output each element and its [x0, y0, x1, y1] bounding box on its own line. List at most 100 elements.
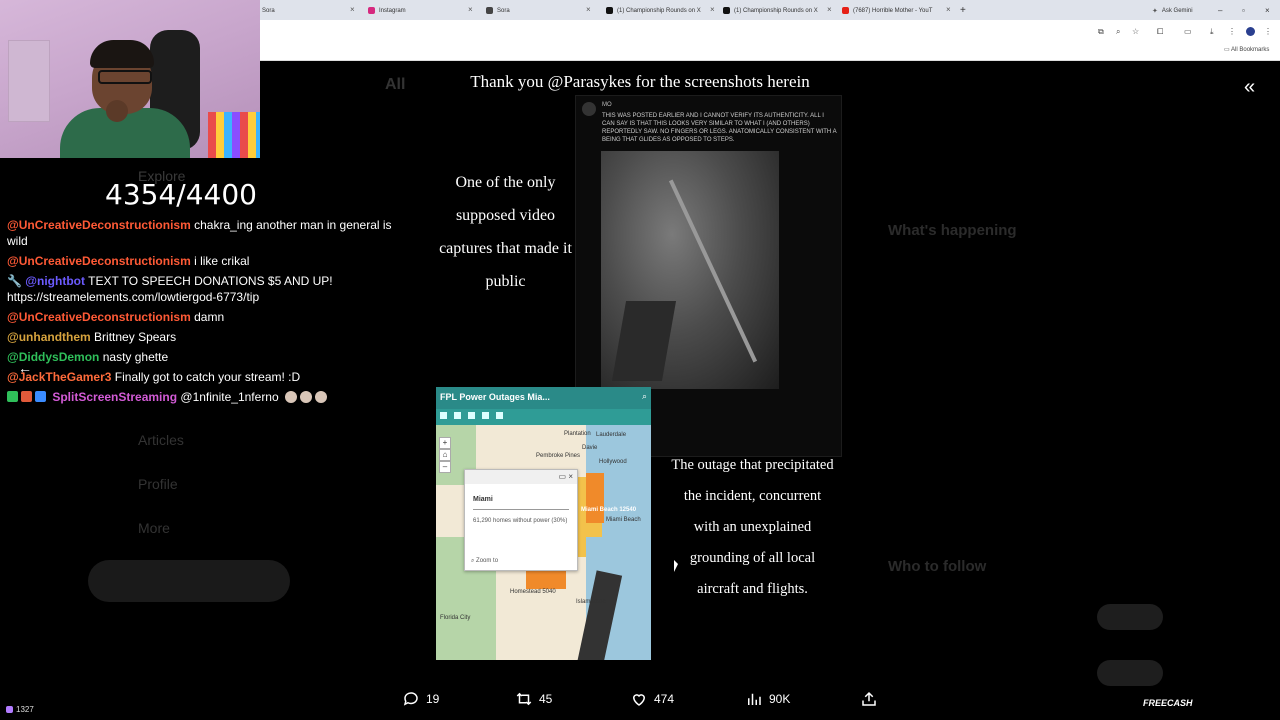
views-icon — [748, 693, 761, 705]
zoom-icon: ⌕ — [471, 558, 475, 564]
chat-message: @UnCreativeDeconstructionism chakra_ing … — [7, 218, 392, 248]
follow-button — [1097, 660, 1163, 686]
x-icon — [606, 7, 613, 14]
media-image[interactable]: Thank you @Parasykes for the screenshots… — [415, 62, 865, 672]
reply-button[interactable]: 19 — [402, 690, 439, 708]
minimize-icon[interactable]: – — [1218, 3, 1222, 18]
instagram-icon — [368, 7, 375, 14]
mouse-cursor — [674, 560, 678, 572]
folder-icon: ▭ — [1224, 47, 1230, 53]
reply-icon — [403, 692, 418, 706]
map-header: FPL Power Outages Mia... ⌕ — [436, 387, 651, 409]
layers-icon — [454, 412, 461, 419]
prime-badge-icon — [35, 391, 46, 402]
bookmark-star-icon[interactable]: ☆ — [1132, 27, 1139, 36]
zoom-out-icon: – — [439, 461, 451, 473]
nav-more: More — [138, 520, 170, 536]
download-icon[interactable]: ⤓ — [1210, 27, 1214, 37]
close-tab-icon[interactable]: × — [350, 5, 360, 14]
browser-tab-bar: Sora × Instagram × Sora × (1) Championsh… — [260, 0, 1280, 20]
zoom-icon[interactable]: ⌕ — [1116, 27, 1120, 37]
post-button — [88, 560, 290, 602]
close-tab-icon[interactable]: × — [710, 5, 716, 14]
views-button[interactable]: 90K — [745, 690, 790, 708]
post-text: This was posted earlier and I cannot ver… — [602, 113, 837, 143]
avatar — [582, 102, 596, 116]
webcam-feed — [0, 0, 260, 158]
youtube-icon — [842, 7, 849, 14]
close-tab-icon[interactable]: × — [468, 5, 476, 14]
kebab-menu-icon[interactable]: ⋮ — [1264, 27, 1272, 36]
zoom-in-icon: + — [439, 437, 451, 449]
map-popup: ▭ × Miami 61,290 homes without power (30… — [464, 469, 578, 571]
back-arrow-icon[interactable]: ← — [18, 360, 32, 376]
share-icon — [862, 691, 876, 706]
extensions-icon[interactable]: ⧠ — [1157, 27, 1163, 37]
window-close-icon[interactable]: × — [1265, 3, 1270, 18]
sidebar-icon[interactable]: ▭ — [1184, 27, 1192, 36]
twitch-icon — [6, 706, 13, 713]
wrench-icon: 🔧 — [7, 274, 22, 288]
media-credit-text: Thank you @Parasykes for the screenshots… — [470, 72, 810, 91]
webcam-hand — [106, 100, 128, 122]
emote-icon — [300, 391, 312, 403]
page-header: All — [385, 76, 406, 93]
webcam-colors — [208, 112, 260, 158]
profile-avatar[interactable] — [1246, 27, 1255, 36]
emote-icon — [285, 391, 297, 403]
media-caption-outage: The outage that precipitated the inciden… — [671, 457, 834, 597]
emote-icon — [315, 391, 327, 403]
freecash-watermark: FREECASH — [1143, 698, 1193, 708]
chat-message: @JackTheGamer3 Finally got to catch your… — [7, 370, 301, 384]
browser-tab[interactable]: (1) Championship Rounds on X × — [606, 3, 718, 18]
video-pole — [668, 179, 758, 363]
x-icon — [723, 7, 730, 14]
move-icon — [482, 412, 489, 419]
chat-message: @DiddysDemon nasty ghette — [7, 350, 169, 364]
nav-profile: Profile — [138, 476, 178, 492]
home-icon: ⌂ — [439, 449, 451, 461]
webcam-hair — [90, 40, 154, 68]
close-tab-icon[interactable]: × — [586, 5, 594, 14]
share-button[interactable] — [860, 690, 878, 708]
sub-badge-icon — [21, 391, 32, 402]
grid-icon — [468, 412, 475, 419]
like-button[interactable]: 474 — [630, 690, 674, 708]
stream-chat: @UnCreativeDeconstructionism chakra_ing … — [0, 215, 420, 407]
browser-tab[interactable]: Sora × — [262, 3, 362, 18]
browser-tab[interactable]: Instagram × — [368, 3, 478, 18]
stream-counter: 4354/4400 — [105, 178, 257, 211]
search-icon: ⌕ — [641, 391, 647, 401]
sora-icon — [486, 7, 493, 14]
chat-message: @unhandthem Brittney Spears — [7, 330, 177, 344]
map-toolbar — [436, 409, 651, 425]
browser-tab[interactable]: (1) Championship Rounds on X × — [723, 3, 835, 18]
viewer-count: 1327 — [6, 705, 34, 714]
chat-message: 🔧 @nightbot TEXT TO SPEECH DONATIONS $5 … — [7, 274, 333, 304]
whats-happening-heading: What's happening — [888, 222, 1017, 239]
video-still — [601, 151, 779, 389]
menu-icon[interactable]: ⋮ — [1228, 27, 1236, 36]
all-bookmarks[interactable]: ▭ All Bookmarks — [1224, 46, 1269, 53]
repost-button[interactable]: 45 — [515, 690, 552, 708]
chat-message: @UnCreativeDeconstructionism damn — [7, 310, 225, 324]
webcam-glasses — [98, 70, 152, 84]
close-tab-icon[interactable]: × — [946, 5, 952, 14]
close-tab-icon[interactable]: × — [827, 5, 833, 14]
ask-gemini-button[interactable]: ✦ Ask Gemini — [1152, 3, 1193, 18]
popup-controls-icon: ▭ × — [558, 472, 573, 481]
browser-tab[interactable]: (7687) Horrible Mother - YouT × — [842, 3, 954, 18]
follow-button — [1097, 604, 1163, 630]
browser-toolbar: ⧉ ⌕ ☆ ⧠ ▭ ⤓ ⋮ ⋮ ▭ All Bookmarks — [260, 20, 1280, 61]
webcam-shelf — [8, 40, 50, 122]
collapse-panel-icon[interactable]: « — [1244, 76, 1255, 99]
outage-map: FPL Power Outages Mia... ⌕ Plantation La… — [436, 387, 651, 660]
chat-message: @UnCreativeDeconstructionism i like crik… — [7, 254, 250, 268]
print-icon — [496, 412, 503, 419]
nav-articles: Articles — [138, 432, 184, 448]
video-bench — [611, 301, 677, 381]
browser-tab[interactable]: Sora × — [486, 3, 596, 18]
install-icon[interactable]: ⧉ — [1098, 27, 1104, 37]
restore-icon[interactable]: ▫ — [1242, 3, 1245, 18]
new-tab-button[interactable]: + — [960, 3, 966, 18]
